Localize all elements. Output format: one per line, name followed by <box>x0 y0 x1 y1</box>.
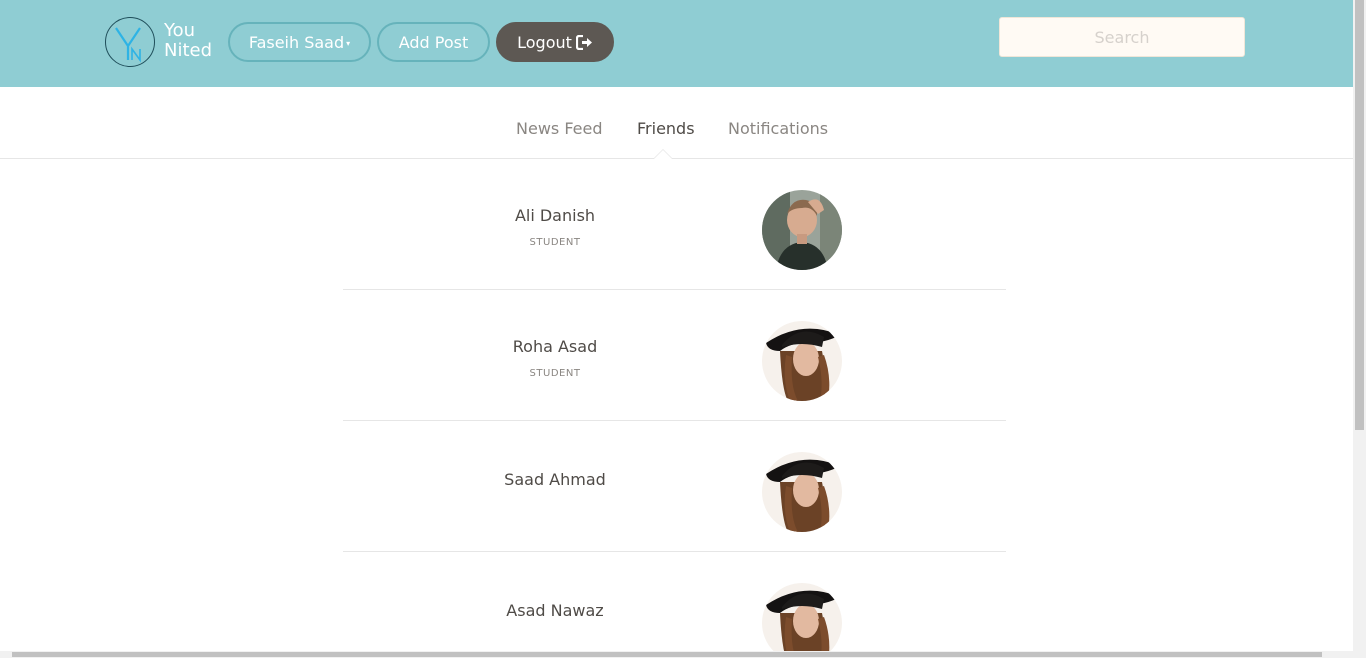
vertical-scrollbar-thumb[interactable] <box>1355 0 1364 430</box>
tab-notifications[interactable]: Notifications <box>728 119 828 138</box>
logo-mark-icon <box>115 27 141 63</box>
friend-item[interactable]: Saad Ahmad <box>343 421 1006 552</box>
friend-item[interactable]: Ali Danish STUDENT <box>343 159 1006 290</box>
friend-role: STUDENT <box>529 368 581 379</box>
friends-list: Ali Danish STUDENT Roha Asad STUDENT Saa… <box>343 159 1006 658</box>
app-logo[interactable] <box>105 17 155 67</box>
add-post-label: Add Post <box>398 32 469 52</box>
friend-name: Asad Nawaz <box>506 601 604 620</box>
page: You Nited Faseih Saad ▾ Add Post Logout <box>0 0 1366 658</box>
friend-name: Roha Asad <box>512 337 598 356</box>
woman-hat-avatar-icon <box>762 452 842 532</box>
brand-line-you: You <box>164 20 196 41</box>
avatar[interactable] <box>762 321 842 401</box>
avatar[interactable] <box>762 190 842 270</box>
tabs-bar: News Feed Friends Notifications <box>0 87 1353 159</box>
search-input[interactable] <box>1000 18 1244 56</box>
horizontal-scrollbar-thumb[interactable] <box>12 652 1322 657</box>
search-box <box>999 17 1245 57</box>
tab-news-feed[interactable]: News Feed <box>516 119 603 138</box>
friend-role: STUDENT <box>529 237 581 248</box>
horizontal-scrollbar[interactable] <box>0 651 1353 658</box>
avatar[interactable] <box>762 583 842 658</box>
avatar[interactable] <box>762 452 842 532</box>
logout-button[interactable]: Logout <box>496 22 614 62</box>
woman-hat-avatar-icon <box>762 583 842 658</box>
friend-item[interactable]: Roha Asad STUDENT <box>343 290 1006 421</box>
chevron-down-icon: ▾ <box>346 38 351 48</box>
user-menu-label: Faseih Saad <box>248 32 345 52</box>
friend-item[interactable]: Asad Nawaz <box>343 552 1006 658</box>
friend-name: Saad Ahmad <box>504 470 606 489</box>
friend-name: Ali Danish <box>514 206 596 225</box>
user-menu-button[interactable]: Faseih Saad ▾ <box>228 22 371 62</box>
top-navbar: You Nited Faseih Saad ▾ Add Post Logout <box>0 0 1353 87</box>
man-avatar-icon <box>762 190 842 270</box>
woman-hat-avatar-icon <box>762 321 842 401</box>
sign-out-icon <box>575 34 593 50</box>
brand-line-nited: Nited <box>164 40 213 61</box>
add-post-button[interactable]: Add Post <box>377 22 490 62</box>
brand-name: You Nited <box>164 21 212 61</box>
tab-friends[interactable]: Friends <box>637 119 695 138</box>
vertical-scrollbar[interactable] <box>1353 0 1366 658</box>
logout-label: Logout <box>517 32 572 52</box>
